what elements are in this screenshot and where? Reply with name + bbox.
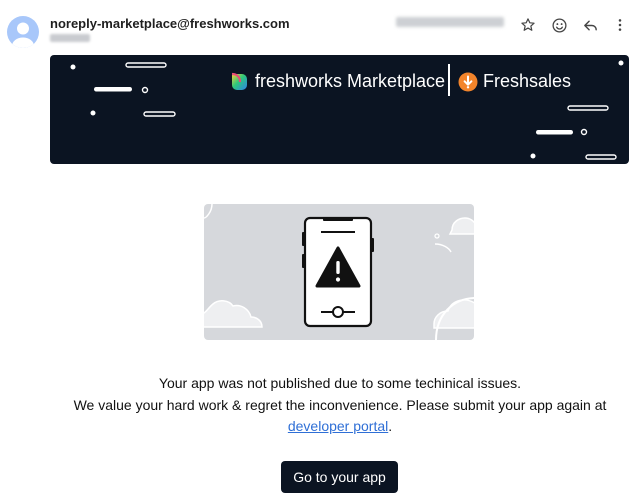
sender-email: noreply-marketplace@freshworks.com [50, 16, 290, 31]
more-vert-icon [618, 19, 622, 31]
person-icon [12, 22, 34, 48]
freshworks-logo-icon [231, 72, 247, 90]
freshsales-brand: Freshsales [458, 71, 571, 92]
emoji-icon [551, 17, 567, 33]
brand-primary-label: freshworks Marketplace [255, 71, 446, 91]
email-date [396, 17, 504, 27]
freshsales-logo-icon [458, 72, 478, 91]
message-line-3: developer portal. [0, 418, 635, 434]
error-illustration [204, 204, 474, 340]
brand-divider [448, 64, 450, 96]
go-to-app-button[interactable]: Go to your app [281, 461, 398, 493]
message-line-2: We value your hard work & regret the inc… [73, 397, 607, 413]
developer-portal-link[interactable]: developer portal [288, 418, 388, 434]
message-period: . [388, 418, 393, 434]
brand-secondary-label: Freshsales [483, 71, 572, 91]
star-button[interactable] [517, 14, 539, 36]
freshworks-marketplace-brand: freshworks Marketplace [229, 71, 445, 92]
more-options-button[interactable] [609, 14, 631, 36]
email-view: noreply-marketplace@freshworks.com fresh… [0, 0, 635, 499]
message-line-1: Your app was not published due to some t… [158, 375, 522, 391]
phone-warning-illustration [204, 204, 474, 340]
avatar[interactable] [7, 16, 39, 48]
reply-button[interactable] [579, 14, 601, 36]
star-icon [521, 18, 535, 31]
brand-banner: freshworks Marketplace Freshsales [50, 55, 629, 164]
reply-icon [583, 20, 597, 30]
emoji-reaction-button[interactable] [548, 14, 570, 36]
recipient-line [50, 34, 90, 42]
